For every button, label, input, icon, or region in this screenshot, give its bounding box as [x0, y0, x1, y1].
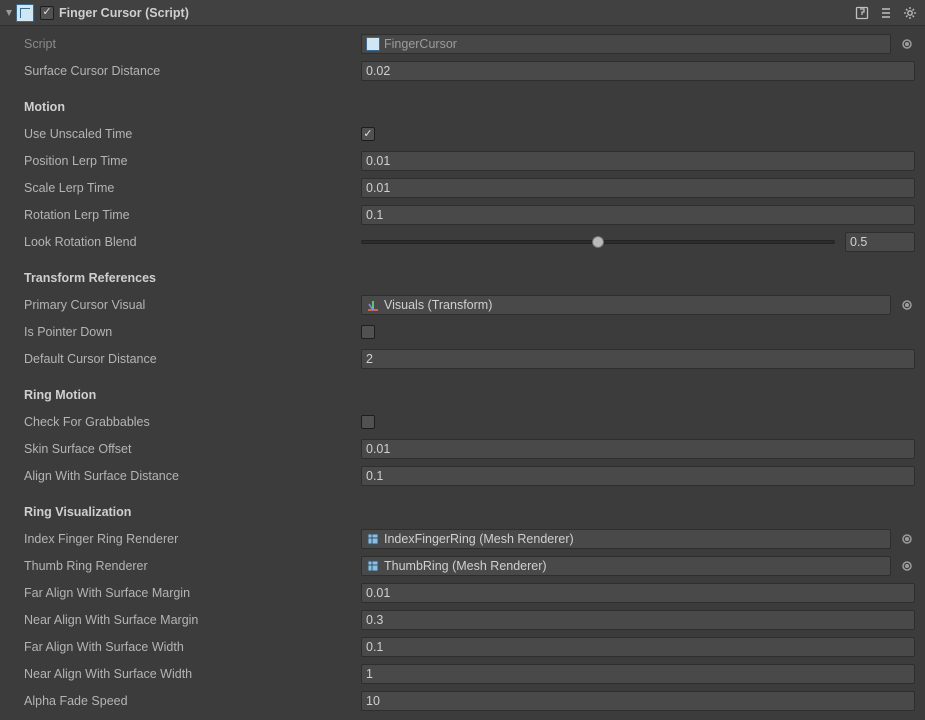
object-picker-icon[interactable] [899, 298, 915, 312]
object-picker-icon[interactable] [899, 37, 915, 51]
primary-cursor-visual-row: Primary Cursor Visual Visuals (Transform… [6, 291, 919, 318]
skin-surface-offset-label: Skin Surface Offset [6, 442, 361, 456]
object-picker-icon[interactable] [899, 532, 915, 546]
slider-thumb[interactable] [592, 236, 604, 248]
primary-cursor-visual-label: Primary Cursor Visual [6, 298, 361, 312]
index-finger-ring-renderer-value: IndexFingerRing (Mesh Renderer) [384, 532, 574, 546]
help-icon[interactable] [853, 4, 871, 22]
look-rotation-blend-row: Look Rotation Blend [6, 228, 919, 255]
thumb-ring-renderer-row: Thumb Ring Renderer ThumbRing (Mesh Rend… [6, 552, 919, 579]
far-align-with-surface-width-label: Far Align With Surface Width [6, 640, 361, 654]
scale-lerp-time-input[interactable] [361, 178, 915, 198]
near-align-with-surface-width-row: Near Align With Surface Width [6, 660, 919, 687]
near-align-with-surface-margin-label: Near Align With Surface Margin [6, 613, 361, 627]
use-unscaled-time-label: Use Unscaled Time [6, 127, 361, 141]
position-lerp-time-input[interactable] [361, 151, 915, 171]
is-pointer-down-row: Is Pointer Down [6, 318, 919, 345]
alpha-fade-speed-label: Alpha Fade Speed [6, 694, 361, 708]
check-for-grabbables-row: Check For Grabbables [6, 408, 919, 435]
far-align-with-surface-margin-input[interactable] [361, 583, 915, 603]
motion-heading: Motion [6, 94, 919, 120]
mesh-renderer-icon [366, 532, 380, 546]
slider-track[interactable] [361, 240, 835, 244]
default-cursor-distance-row: Default Cursor Distance [6, 345, 919, 372]
primary-cursor-visual-field[interactable]: Visuals (Transform) [361, 295, 891, 315]
look-rotation-blend-label: Look Rotation Blend [6, 235, 361, 249]
transform-references-heading: Transform References [6, 265, 919, 291]
foldout-toggle[interactable] [4, 8, 16, 18]
near-align-with-surface-margin-row: Near Align With Surface Margin [6, 606, 919, 633]
look-rotation-blend-slider[interactable] [361, 232, 915, 252]
scale-lerp-time-row: Scale Lerp Time [6, 174, 919, 201]
surface-cursor-distance-label: Surface Cursor Distance [6, 64, 361, 78]
rotation-lerp-time-input[interactable] [361, 205, 915, 225]
far-align-with-surface-width-input[interactable] [361, 637, 915, 657]
transform-icon [366, 298, 380, 312]
default-cursor-distance-input[interactable] [361, 349, 915, 369]
far-align-with-surface-width-row: Far Align With Surface Width [6, 633, 919, 660]
script-label: Script [6, 37, 361, 51]
thumb-ring-renderer-label: Thumb Ring Renderer [6, 559, 361, 573]
component-title: Finger Cursor (Script) [59, 6, 853, 20]
index-finger-ring-renderer-label: Index Finger Ring Renderer [6, 532, 361, 546]
preset-icon[interactable] [877, 4, 895, 22]
header-actions [853, 4, 925, 22]
component-body: Script FingerCursor Surface Cursor Dista… [0, 26, 925, 720]
surface-cursor-distance-input[interactable] [361, 61, 915, 81]
skin-surface-offset-row: Skin Surface Offset [6, 435, 919, 462]
default-cursor-distance-label: Default Cursor Distance [6, 352, 361, 366]
far-align-with-surface-margin-label: Far Align With Surface Margin [6, 586, 361, 600]
rotation-lerp-time-label: Rotation Lerp Time [6, 208, 361, 222]
near-align-with-surface-margin-input[interactable] [361, 610, 915, 630]
skin-surface-offset-input[interactable] [361, 439, 915, 459]
index-finger-ring-renderer-row: Index Finger Ring Renderer IndexFingerRi… [6, 525, 919, 552]
surface-cursor-distance-row: Surface Cursor Distance [6, 57, 919, 84]
rotation-lerp-time-row: Rotation Lerp Time [6, 201, 919, 228]
align-with-surface-distance-row: Align With Surface Distance [6, 462, 919, 489]
mesh-renderer-icon [366, 559, 380, 573]
object-picker-icon[interactable] [899, 559, 915, 573]
alpha-fade-speed-input[interactable] [361, 691, 915, 711]
gear-icon[interactable] [901, 4, 919, 22]
ring-visualization-heading: Ring Visualization [6, 499, 919, 525]
is-pointer-down-label: Is Pointer Down [6, 325, 361, 339]
script-type-icon [366, 37, 380, 51]
script-icon [16, 4, 34, 22]
position-lerp-time-row: Position Lerp Time [6, 147, 919, 174]
alpha-fade-speed-row: Alpha Fade Speed [6, 687, 919, 714]
finger-cursor-component: Finger Cursor (Script) Script FingerCurs… [0, 0, 925, 720]
align-with-surface-distance-input[interactable] [361, 466, 915, 486]
script-row: Script FingerCursor [6, 30, 919, 57]
thumb-ring-renderer-value: ThumbRing (Mesh Renderer) [384, 559, 547, 573]
position-lerp-time-label: Position Lerp Time [6, 154, 361, 168]
thumb-ring-renderer-field[interactable]: ThumbRing (Mesh Renderer) [361, 556, 891, 576]
script-field: FingerCursor [361, 34, 891, 54]
check-for-grabbables-checkbox[interactable] [361, 415, 375, 429]
far-align-with-surface-margin-row: Far Align With Surface Margin [6, 579, 919, 606]
near-align-with-surface-width-label: Near Align With Surface Width [6, 667, 361, 681]
component-header: Finger Cursor (Script) [0, 0, 925, 26]
index-finger-ring-renderer-field[interactable]: IndexFingerRing (Mesh Renderer) [361, 529, 891, 549]
is-pointer-down-checkbox[interactable] [361, 325, 375, 339]
look-rotation-blend-value[interactable] [845, 232, 915, 252]
script-field-value: FingerCursor [384, 37, 457, 51]
use-unscaled-time-row: Use Unscaled Time [6, 120, 919, 147]
component-enabled-checkbox[interactable] [40, 6, 54, 20]
check-for-grabbables-label: Check For Grabbables [6, 415, 361, 429]
ring-motion-heading: Ring Motion [6, 382, 919, 408]
primary-cursor-visual-value: Visuals (Transform) [384, 298, 492, 312]
scale-lerp-time-label: Scale Lerp Time [6, 181, 361, 195]
align-with-surface-distance-label: Align With Surface Distance [6, 469, 361, 483]
near-align-with-surface-width-input[interactable] [361, 664, 915, 684]
use-unscaled-time-checkbox[interactable] [361, 127, 375, 141]
